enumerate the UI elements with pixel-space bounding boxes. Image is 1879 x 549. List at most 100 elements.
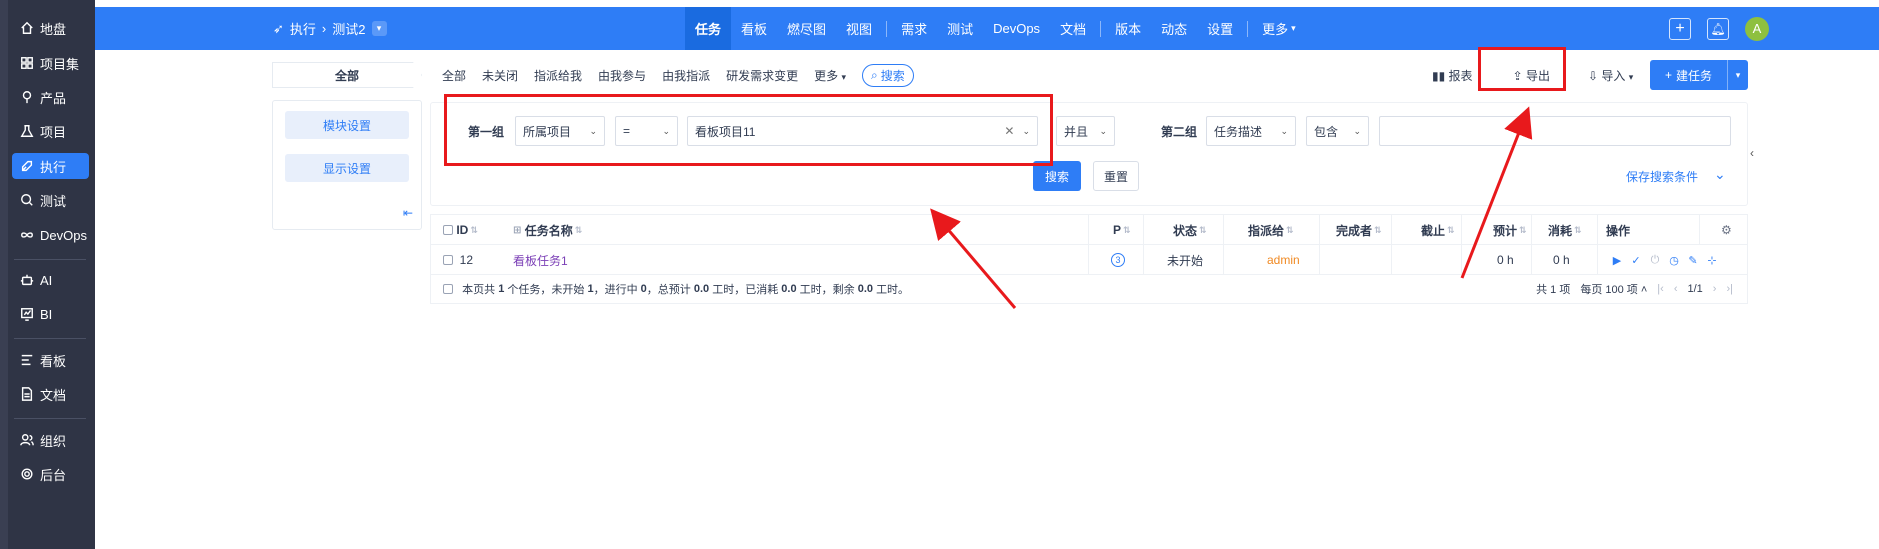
filter-involved[interactable]: 由我参与 <box>598 67 646 84</box>
report-label: 报表 <box>1448 68 1473 83</box>
page-indicator: 1/1 <box>1687 283 1703 295</box>
expand-icon[interactable]: ⊞ <box>513 225 521 236</box>
header-pri-label: P <box>1113 223 1122 237</box>
batch-create-icon[interactable]: ⊹ <box>1706 254 1718 267</box>
tab-burndown[interactable]: 燃尽图 <box>777 7 836 50</box>
group2-field-select[interactable]: 任务描述 ⌄ <box>1206 116 1296 146</box>
select-all-checkbox[interactable] <box>443 225 453 235</box>
total-count: 共 1 项 <box>1536 284 1571 296</box>
tab-task[interactable]: 任务 <box>685 7 732 50</box>
tab-devops[interactable]: DevOps <box>983 7 1050 50</box>
create-task-main[interactable]: + 建任务 <box>1650 60 1728 90</box>
summary-left: 0.0 <box>857 283 873 295</box>
logic-select[interactable]: 并且 ⌄ <box>1056 116 1115 146</box>
report-button[interactable]: ▮▮ 报表 <box>1432 67 1473 84</box>
create-task-button[interactable]: + 建任务 ▾ <box>1650 60 1748 90</box>
column-settings-gear-icon[interactable]: ⚙ <box>1721 215 1732 245</box>
footer-checkbox[interactable] <box>443 284 453 294</box>
tab-view[interactable]: 视图 <box>836 7 882 50</box>
start-icon[interactable]: ▶ <box>1611 254 1623 267</box>
group2-value-input[interactable] <box>1379 116 1731 146</box>
header-name[interactable]: ⊞ 任务名称 ⇅ <box>513 215 582 245</box>
search-toggle-button[interactable]: ⌕ 搜索 <box>861 63 914 87</box>
next-page-icon[interactable]: › <box>1713 283 1717 295</box>
header-assigned[interactable]: 指派给 ⇅ <box>1248 215 1294 245</box>
last-page-icon[interactable]: ›| <box>1726 283 1733 295</box>
sidebar-item-ai[interactable]: AI <box>12 267 89 293</box>
breadcrumb-current[interactable]: 测试2 <box>332 19 365 38</box>
header-finished-by[interactable]: 完成者 ⇅ <box>1336 215 1382 245</box>
tab-kanban[interactable]: 看板 <box>731 7 777 50</box>
sidebar-item-dashboard[interactable]: 地盘 <box>12 15 89 41</box>
header-estimate[interactable]: 预计 ⇅ <box>1493 215 1527 245</box>
plus-icon[interactable]: + <box>1669 17 1691 40</box>
prev-page-icon[interactable]: ‹ <box>1674 283 1678 295</box>
tab-settings[interactable]: 设置 <box>1197 7 1243 50</box>
module-settings-button[interactable]: 模块设置 <box>285 111 409 139</box>
tab-build[interactable]: 版本 <box>1105 7 1151 50</box>
filter-assigned-to-me[interactable]: 指派给我 <box>534 67 582 84</box>
header-id[interactable]: ID ⇅ <box>443 215 478 245</box>
chevron-down-icon: ▾ <box>1628 71 1634 82</box>
filter-story-changed[interactable]: 研发需求变更 <box>726 67 798 84</box>
record-hours-icon[interactable]: ◷ <box>1668 254 1680 267</box>
app-root: 地盘 项目集 产品 项目 执行 测试 DevOps AI BI 看板 文档 组织… <box>0 0 1879 549</box>
row-task-name-link[interactable]: 看板任务1 <box>513 245 568 275</box>
sidebar-item-label: 执行 <box>40 159 67 175</box>
filter-all[interactable]: 全部 <box>442 67 466 84</box>
all-modules-tab[interactable]: 全部 <box>272 62 422 88</box>
chevron-left-icon[interactable]: ‹ <box>1750 146 1754 160</box>
display-settings-button[interactable]: 显示设置 <box>285 154 409 182</box>
filter-assigned-by-me[interactable]: 由我指派 <box>662 67 710 84</box>
sidebar-item-program[interactable]: 项目集 <box>12 50 89 76</box>
chevron-down-icon[interactable]: ▾ <box>371 21 387 36</box>
sidebar-item-org[interactable]: 组织 <box>12 427 89 453</box>
tab-doc[interactable]: 文档 <box>1050 7 1096 50</box>
tab-test[interactable]: 测试 <box>937 7 983 50</box>
tab-story[interactable]: 需求 <box>891 7 937 50</box>
filter-more[interactable]: 更多 ▾ <box>814 67 846 84</box>
reset-button[interactable]: 重置 <box>1093 161 1139 191</box>
sidebar-item-bi[interactable]: BI <box>12 301 89 327</box>
sidebar-item-doc[interactable]: 文档 <box>12 381 89 407</box>
sidebar-item-kanban[interactable]: 看板 <box>12 347 89 373</box>
save-search-link[interactable]: 保存搜索条件 <box>1626 168 1698 185</box>
chevron-down-icon[interactable]: ▾ <box>1728 70 1748 81</box>
collapse-left-icon[interactable]: ⇤ <box>403 206 413 220</box>
double-chevron-down-icon[interactable]: ⌄ <box>1714 166 1726 183</box>
tab-dynamic[interactable]: 动态 <box>1151 7 1197 50</box>
plus-icon: + <box>1664 68 1672 82</box>
sidebar-item-label: 地盘 <box>40 21 67 37</box>
per-page-select[interactable]: 每页 100 项 ˄ <box>1580 281 1647 297</box>
header-pri[interactable]: P ⇅ <box>1113 215 1131 245</box>
avatar[interactable]: A <box>1745 16 1769 41</box>
group2-operator-select[interactable]: 包含 ⌄ <box>1306 116 1369 146</box>
import-button[interactable]: ⇩ 导入 ▾ <box>1588 67 1633 84</box>
filter-unclosed[interactable]: 未关闭 <box>482 67 518 84</box>
sidebar-item-label: 测试 <box>40 193 67 209</box>
row-checkbox[interactable] <box>443 255 453 265</box>
row-priority-cell: 3 <box>1111 245 1125 275</box>
first-page-icon[interactable]: |‹ <box>1657 283 1664 295</box>
header-status[interactable]: 状态 ⇅ <box>1173 215 1207 245</box>
column-divider <box>1461 215 1462 245</box>
header-deadline[interactable]: 截止 ⇅ <box>1421 215 1455 245</box>
summary-mid2: ，进行中 <box>593 284 638 296</box>
rocket-icon: ➶ <box>273 20 284 36</box>
close-icon[interactable]: ⏻ <box>1649 254 1661 266</box>
sidebar-item-execution[interactable]: 执行 <box>12 153 89 179</box>
edit-icon[interactable]: ✎ <box>1687 254 1699 267</box>
bell-icon[interactable]: 🔔︎ <box>1707 17 1729 40</box>
breadcrumb-root[interactable]: 执行 <box>290 19 316 38</box>
sidebar-item-devops[interactable]: DevOps <box>12 222 89 248</box>
tab-more[interactable]: 更多 ▾ <box>1252 7 1306 50</box>
column-divider <box>1531 215 1532 245</box>
header-actions: 操作 <box>1606 223 1631 238</box>
finish-icon[interactable]: ✓ <box>1630 254 1642 267</box>
header-consumed[interactable]: 消耗 ⇅ <box>1548 215 1582 245</box>
sidebar-item-project[interactable]: 项目 <box>12 118 89 144</box>
row-assigned-to[interactable]: admin <box>1267 245 1300 275</box>
sidebar-item-product[interactable]: 产品 <box>12 84 89 110</box>
sidebar-item-admin[interactable]: 后台 <box>12 461 89 487</box>
sidebar-item-test[interactable]: 测试 <box>12 187 89 213</box>
